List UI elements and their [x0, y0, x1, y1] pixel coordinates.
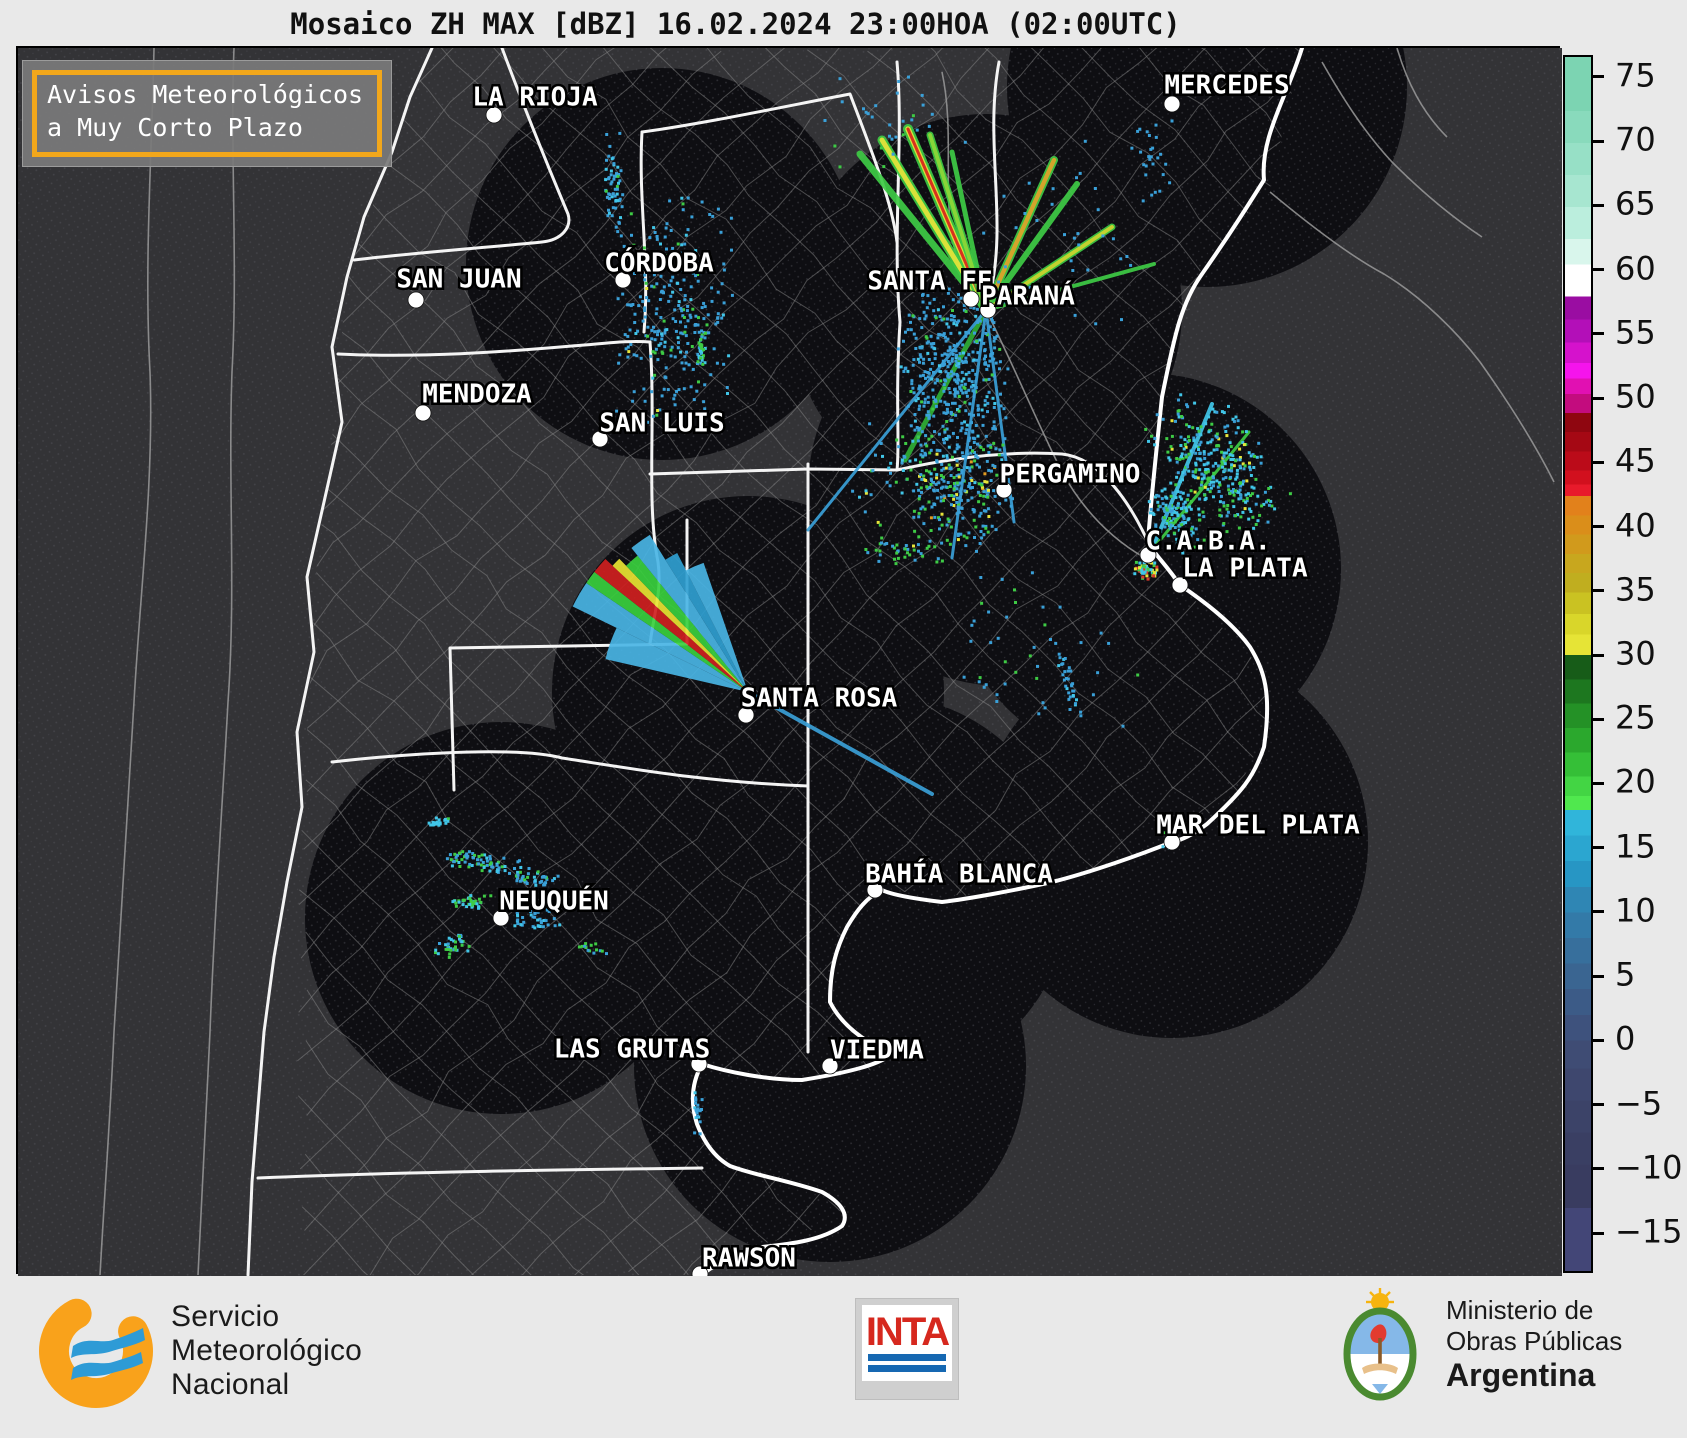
alert-line-2: a Muy Corto Plazo	[47, 112, 303, 142]
colorbar-tick-label: 25	[1615, 698, 1656, 737]
city-label: SANTA ROSA	[741, 684, 898, 714]
alert-box: Avisos Meteorológicos a Muy Corto Plazo	[22, 60, 393, 167]
smn-line-3: Nacional	[171, 1368, 290, 1402]
colorbar-tick	[1593, 653, 1604, 657]
city-label: PARANÁ	[981, 280, 1075, 312]
city-marker: RAWSON	[691, 1241, 798, 1276]
colorbar-tick	[1593, 139, 1604, 143]
city-label: LAS GRUTAS	[554, 1035, 711, 1065]
footer: Servicio Meteorológico Nacional INTA Min…	[0, 1278, 1687, 1438]
city-label: LA PLATA	[1182, 554, 1308, 584]
city-label: MENDOZA	[422, 380, 532, 410]
colorbar-tick-label: 0	[1615, 1019, 1636, 1058]
colorbar-tick-label: 50	[1615, 377, 1656, 416]
colorbar-tick-label: 15	[1615, 827, 1656, 866]
colorbar-tick	[1593, 396, 1604, 400]
city-label: SAN LUIS	[599, 409, 724, 439]
inta-logo-text: INTA	[865, 1310, 950, 1354]
colorbar-tick	[1593, 460, 1604, 464]
colorbar-tick	[1593, 910, 1604, 914]
colorbar-tick-label: −15	[1615, 1212, 1683, 1251]
city-label: RAWSON	[702, 1244, 796, 1274]
smn-logo-block: Servicio Meteorológico Nacional	[35, 1290, 362, 1412]
ministry-logo-text: Ministerio de Obras Públicas Argentina	[1446, 1295, 1622, 1395]
colorbar-tick-label: 20	[1615, 762, 1656, 801]
colorbar-tick	[1593, 846, 1604, 850]
colorbar-tick-label: 40	[1615, 505, 1656, 544]
alert-line-1: Avisos Meteorológicos	[47, 80, 364, 109]
colorbar-tick	[1593, 332, 1604, 336]
city-label: SANTA FE	[867, 267, 992, 297]
colorbar-tick	[1593, 781, 1604, 785]
colorbar-tick	[1593, 75, 1604, 79]
city-label: C.A.B.A.	[1145, 527, 1270, 557]
city-label: PERGAMINO	[1000, 460, 1141, 490]
colorbar-tick-label: 5	[1615, 955, 1636, 994]
colorbar-tick	[1593, 1038, 1604, 1042]
city-label: SAN JUAN	[396, 265, 521, 295]
page-title: Mosaico ZH MAX [dBZ] 16.02.2024 23:00HOA…	[290, 7, 1181, 41]
ministry-line-3: Argentina	[1446, 1357, 1596, 1394]
colorbar-tick-label: 10	[1615, 891, 1656, 930]
inta-bar-1	[868, 1354, 946, 1361]
alert-box-inner: Avisos Meteorológicos a Muy Corto Plazo	[32, 70, 383, 157]
smn-line-1: Servicio	[171, 1299, 280, 1333]
radar-mosaic-page: Mosaico ZH MAX [dBZ] 16.02.2024 23:00HOA…	[0, 0, 1687, 1438]
ministry-line-2: Obras Públicas	[1446, 1325, 1623, 1356]
colorbar-tick-label: 60	[1615, 249, 1656, 288]
colorbar-tick	[1593, 268, 1604, 272]
colorbar: 75 70 65 60 55 50 45 40 35 30 25 20 15 10 5 0 −5 −10 −15	[1563, 55, 1687, 1275]
colorbar-tick	[1593, 1167, 1604, 1171]
colorbar-tick-label: −5	[1615, 1084, 1663, 1123]
colorbar-tick	[1593, 974, 1604, 978]
argentina-coat-of-arms-icon	[1343, 1288, 1417, 1401]
colorbar-tick	[1593, 203, 1604, 207]
colorbar-tick	[1593, 717, 1604, 721]
colorbar-tick	[1593, 525, 1604, 529]
colorbar-tick	[1593, 1103, 1604, 1107]
city-label: BAHÍA BLANCA	[865, 858, 1053, 890]
city-label: CÓRDOBA	[604, 247, 714, 279]
city-label: MAR DEL PLATA	[1156, 811, 1360, 841]
ministry-line-1: Ministerio de	[1446, 1295, 1594, 1326]
ministry-logo-block: Ministerio de Obras Públicas Argentina	[1332, 1286, 1622, 1404]
colorbar-tick	[1593, 589, 1604, 593]
colorbar-tick-label: −10	[1615, 1148, 1683, 1187]
city-label: VIEDMA	[830, 1036, 924, 1066]
colorbar-tick-label: 55	[1615, 313, 1656, 352]
colorbar-tick-label: 35	[1615, 570, 1656, 609]
smn-line-2: Meteorológico	[171, 1333, 363, 1367]
colorbar-tick-label: 70	[1615, 120, 1656, 159]
colorbar-gradient	[1563, 55, 1593, 1273]
colorbar-tick	[1593, 1231, 1604, 1235]
radar-map: LA RIOJA MERCEDES SAN JUAN CÓRDOBA SANTA FE P…	[16, 46, 1562, 1276]
city-label: LA RIOJA	[472, 83, 598, 113]
inta-bar-2	[868, 1365, 946, 1372]
city-label: MERCEDES	[1164, 71, 1289, 101]
smn-logo-text: Servicio Meteorológico Nacional	[171, 1300, 362, 1403]
colorbar-tick-label: 65	[1615, 184, 1656, 223]
radar-map-canvas: LA RIOJA MERCEDESSAN JUANCÓRDOBASANTA FEP…	[18, 48, 1562, 1276]
smn-logo-icon	[38, 1294, 153, 1408]
inta-logo-inner: INTA	[862, 1305, 952, 1381]
inta-logo: INTA	[855, 1298, 959, 1400]
city-label: NEUQUÉN	[499, 885, 609, 917]
colorbar-tick-label: 30	[1615, 634, 1656, 673]
colorbar-tick-label: 75	[1615, 56, 1656, 95]
colorbar-tick-label: 45	[1615, 441, 1656, 480]
